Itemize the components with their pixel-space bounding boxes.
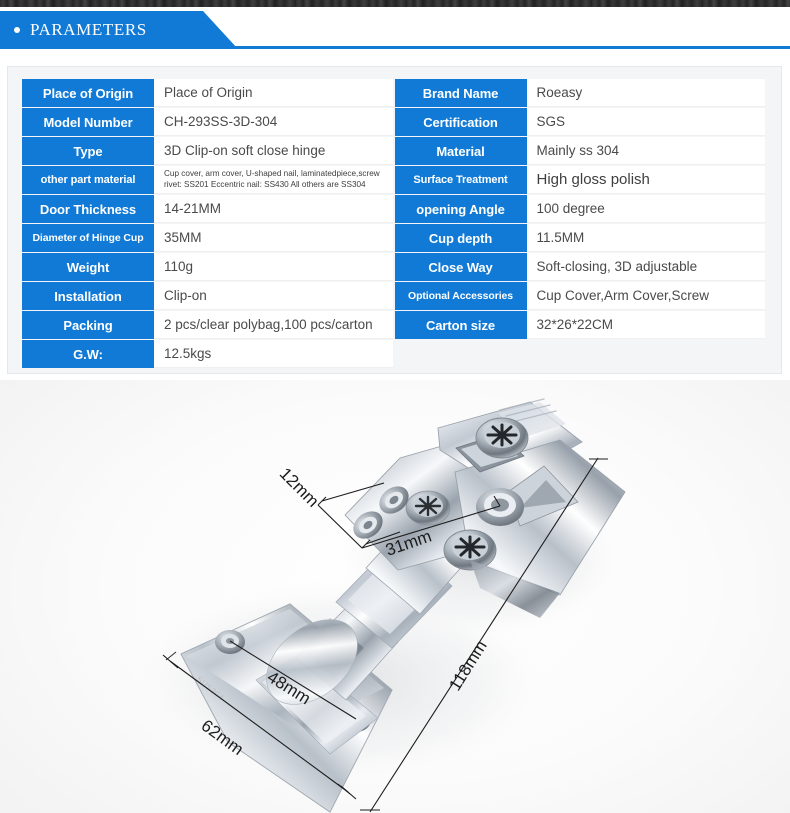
table-row: Diameter of Hinge Cup 35MM Cup depth 11.… [22,224,765,252]
param-value: SGS [526,108,765,136]
param-pair-left: Model Number CH-293SS-3D-304 [22,108,393,136]
header-underline-rule [0,46,790,49]
param-label: Certification [394,108,527,136]
param-label: Optional Accessories [394,282,527,310]
param-value: 11.5MM [526,224,765,252]
bullet-dot-icon [14,27,20,33]
param-pair-left: Door Thickness 14-21MM [22,195,393,223]
param-label: opening Angle [394,195,527,223]
image-top-edge-artifact [0,0,790,7]
param-value: Roeasy [526,79,765,107]
param-pair-right: Cup depth 11.5MM [394,224,765,252]
param-value: 12.5kgs [154,340,393,368]
param-pair-left: Place of Origin Place of Origin [22,79,393,107]
param-value: CH-293SS-3D-304 [154,108,393,136]
param-label: Door Thickness [22,195,154,223]
page-title: PARAMETERS [30,20,147,39]
param-value: Mainly ss 304 [526,137,765,165]
param-value: 35MM [154,224,393,252]
param-label: other part material [22,166,154,194]
param-label: Packing [22,311,154,339]
param-label: Brand Name [394,79,527,107]
param-value: 100 degree [526,195,765,223]
param-value: 14-21MM [154,195,393,223]
param-pair-left: G.W: 12.5kgs [22,340,393,368]
param-label: Carton size [394,311,527,339]
param-label: Close Way [394,253,527,281]
table-row: other part material Cup cover, arm cover… [22,166,765,194]
dim-label-12mm: 12mm [276,464,323,511]
param-value: 32*26*22CM [526,311,765,339]
param-value: Place of Origin [154,79,393,107]
param-value: 2 pcs/clear polybag,100 pcs/carton [154,311,393,339]
param-pair-right: Certification SGS [394,108,765,136]
param-pair-right: Optional Accessories Cup Cover,Arm Cover… [394,282,765,310]
param-label: Cup depth [394,224,527,252]
table-row: Type 3D Clip-on soft close hinge Materia… [22,137,765,165]
param-value: Clip-on [154,282,393,310]
param-value: High gloss polish [526,166,765,194]
param-pair-right: Carton size 32*26*22CM [394,311,765,339]
base-plate-screw-bottom [443,529,497,571]
param-value-empty [526,340,765,368]
parameters-table: Place of Origin Place of Origin Brand Na… [22,79,765,369]
table-row: Packing 2 pcs/clear polybag,100 pcs/cart… [22,311,765,339]
param-label: Place of Origin [22,79,154,107]
param-pair-left: Type 3D Clip-on soft close hinge [22,137,393,165]
param-value: Cup cover, arm cover, U-shaped nail, lam… [154,166,393,194]
param-value: Cup Cover,Arm Cover,Screw [526,282,765,310]
param-pair-right: Close Way Soft-closing, 3D adjustable [394,253,765,281]
param-pair-right: Material Mainly ss 304 [394,137,765,165]
param-label: Weight [22,253,154,281]
product-photo: SUS304 12mm 31mm 48mm 62mm 118mm [0,380,790,813]
param-pair-left: other part material Cup cover, arm cover… [22,166,393,194]
table-row: G.W: 12.5kgs [22,340,765,368]
plate-screw-hole-top [215,630,245,654]
param-pair-left: Packing 2 pcs/clear polybag,100 pcs/cart… [22,311,393,339]
param-value: 3D Clip-on soft close hinge [154,137,393,165]
base-plate-hole [476,488,524,526]
param-pair-right: Surface Treatment High gloss polish [394,166,765,194]
param-label: Material [394,137,527,165]
param-label: Surface Treatment [394,166,527,194]
param-pair-right: Brand Name Roeasy [394,79,765,107]
table-row: Place of Origin Place of Origin Brand Na… [22,79,765,107]
param-label: Model Number [22,108,154,136]
param-pair-left: Diameter of Hinge Cup 35MM [22,224,393,252]
param-value: 110g [154,253,393,281]
table-row: Door Thickness 14-21MM opening Angle 100… [22,195,765,223]
parameters-section-header: PARAMETERS [0,11,790,51]
param-pair-right: opening Angle 100 degree [394,195,765,223]
base-plate-screw-top [475,417,529,459]
param-pair-left: Installation Clip-on [22,282,393,310]
param-label: Diameter of Hinge Cup [22,224,154,252]
table-row: Weight 110g Close Way Soft-closing, 3D a… [22,253,765,281]
eccentric-adjust-screw [405,490,451,526]
param-label: G.W: [22,340,154,368]
param-value: Soft-closing, 3D adjustable [526,253,765,281]
param-label: Installation [22,282,154,310]
param-pair-left: Weight 110g [22,253,393,281]
param-pair-right [395,340,765,368]
table-row: Installation Clip-on Optional Accessorie… [22,282,765,310]
param-label: Type [22,137,154,165]
table-row: Model Number CH-293SS-3D-304 Certificati… [22,108,765,136]
param-label-empty [395,340,527,368]
